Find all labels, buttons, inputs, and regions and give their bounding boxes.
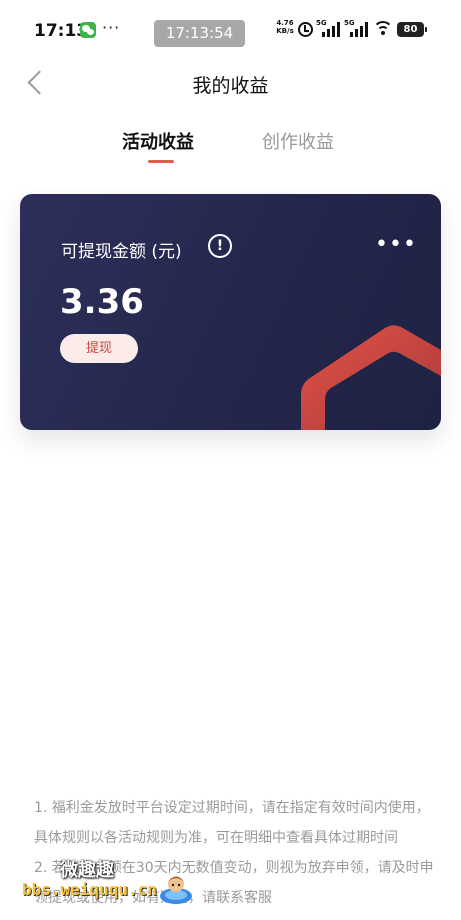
tab-creation-earnings[interactable]: 创作收益 — [262, 128, 334, 154]
watermark-text: 微趣趣 — [60, 860, 114, 881]
battery-icon: 80 — [397, 22, 427, 37]
more-notifications-icon: ··· — [102, 18, 121, 37]
wifi-icon — [373, 21, 393, 37]
alarm-icon — [298, 22, 313, 37]
signal-icon-2: 5G — [344, 19, 370, 39]
info-icon[interactable]: ! — [208, 234, 232, 258]
withdraw-button[interactable]: 提现 — [60, 334, 138, 363]
page-title: 我的收益 — [192, 75, 269, 97]
more-options-icon[interactable]: ••• — [375, 232, 417, 257]
active-tab-indicator — [148, 160, 174, 163]
network-speed: 4.76 KB/s — [275, 19, 295, 35]
status-bar: 17:13 ··· 17:13:54 4.76 KB/s 5G 5G 80 — [0, 0, 461, 62]
note-item: 1. 福利金发放时平台设定过期时间，请在指定有效时间内使用，具体规则以各活动规则… — [34, 800, 430, 846]
watermark-mascot-icon — [160, 876, 192, 904]
signal-2-label: 5G — [344, 19, 355, 27]
signal-icon-1: 5G — [316, 19, 342, 39]
withdrawable-amount-label: 可提现金额 (元) — [61, 242, 182, 262]
clock-pill: 17:13:54 — [154, 20, 245, 47]
network-speed-unit: KB/s — [276, 27, 294, 35]
tab-activity-earnings[interactable]: 活动收益 — [122, 128, 194, 154]
withdrawable-amount: 3.36 — [60, 282, 144, 322]
signal-1-label: 5G — [316, 19, 327, 27]
card-decoration — [301, 325, 441, 430]
wechat-notification-icon — [80, 22, 96, 38]
watermark-url: bbs.weiququ.cn — [22, 880, 157, 899]
earnings-card: 可提现金额 (元) ! ••• 3.36 提现 — [20, 194, 441, 430]
network-speed-value: 4.76 — [276, 19, 294, 27]
